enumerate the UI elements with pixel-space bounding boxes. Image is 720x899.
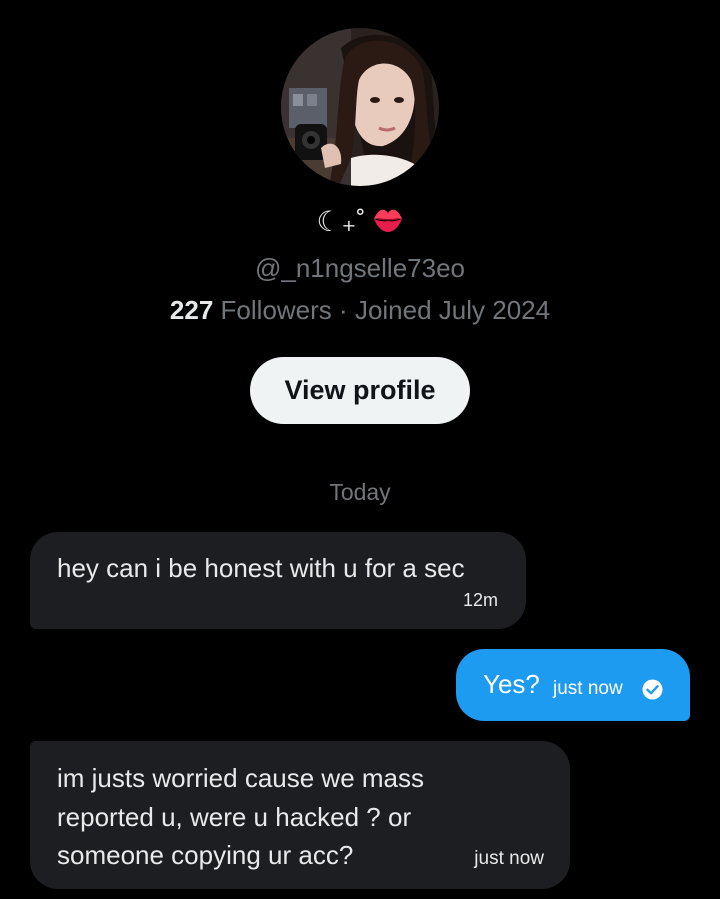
- read-check-icon: [642, 679, 663, 705]
- profile-handle: @_n1ngselle73eo: [254, 253, 465, 283]
- view-profile-button[interactable]: View profile: [250, 357, 470, 424]
- profile-display-name: ☾₊˚: [0, 202, 720, 244]
- kiss-mark-icon: [372, 204, 404, 244]
- meta-separator: ·: [339, 295, 348, 325]
- message-timestamp: just now: [474, 848, 544, 869]
- message-text: im justs worried cause we mass reported …: [57, 763, 424, 870]
- message-text: hey can i be honest with u for a sec: [57, 553, 465, 583]
- message-bubble-incoming[interactable]: im justs worried cause we mass reported …: [30, 741, 570, 889]
- message-timestamp: 12m: [462, 590, 498, 610]
- profile-avatar[interactable]: [281, 28, 439, 186]
- joined-date: Joined July 2024: [354, 295, 551, 325]
- message-bubble-incoming[interactable]: hey can i be honest with u for a sec 12m: [30, 532, 526, 629]
- followers-label: Followers: [220, 295, 332, 325]
- display-name-text: ☾₊˚: [316, 206, 366, 237]
- date-separator: Today: [329, 479, 391, 505]
- message-text: Yes?: [483, 669, 540, 699]
- avatar-photo: [281, 28, 439, 186]
- profile-meta: 227 Followers · Joined July 2024: [0, 292, 720, 328]
- message-bubble-outgoing[interactable]: Yes? just now: [456, 649, 690, 721]
- followers-count: 227: [169, 295, 214, 325]
- message-timestamp: just now: [553, 678, 623, 699]
